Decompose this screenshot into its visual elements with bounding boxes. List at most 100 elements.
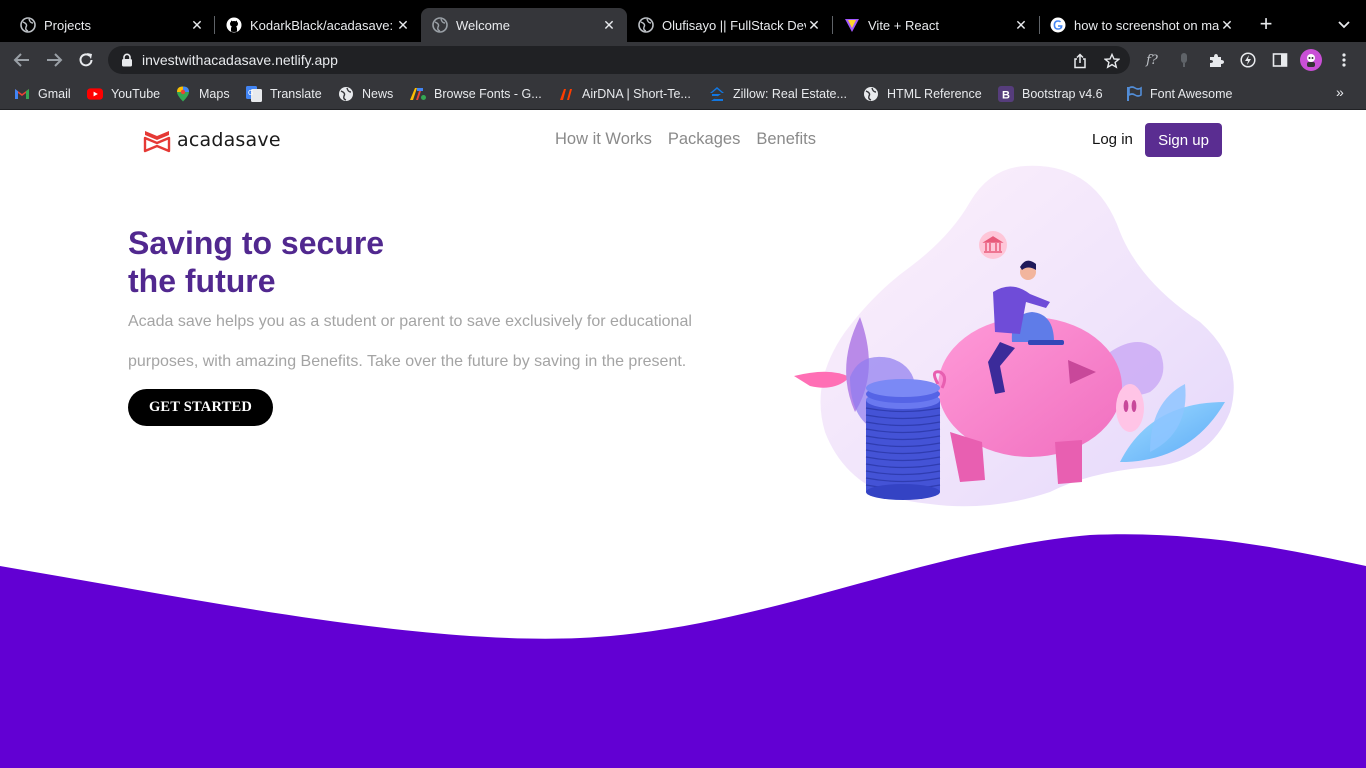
globe-icon — [638, 17, 654, 33]
bookmark-html-reference[interactable]: HTML Reference — [863, 85, 982, 103]
youtube-icon — [87, 86, 103, 102]
google-fonts-icon — [410, 86, 426, 102]
address-bar[interactable]: investwithacadasave.netlify.app — [108, 46, 1130, 74]
tab-projects[interactable]: Projects ✕ — [0, 8, 215, 42]
bookmark-label: Bootstrap v4.6 — [1022, 87, 1103, 101]
bookmark-zillow[interactable]: Zillow: Real Estate... — [709, 85, 847, 103]
bookmarks-bar: Gmail YouTube Maps G Translate News Brow… — [0, 78, 1366, 110]
bookmark-label: AirDNA | Short-Te... — [582, 87, 691, 101]
globe-icon — [432, 17, 448, 33]
pig-nostril-2 — [1131, 400, 1137, 412]
bookmark-font-awesome[interactable]: Font Awesome — [1126, 85, 1232, 103]
bookmark-label: Font Awesome — [1150, 87, 1233, 101]
bookmark-label: Translate — [270, 87, 322, 101]
airdna-icon — [558, 86, 574, 102]
nav-packages[interactable]: Packages — [668, 130, 740, 149]
translate-icon: G — [246, 86, 262, 102]
main-nav: How it Works Packages Benefits — [555, 130, 816, 149]
bookmark-news[interactable]: News — [338, 85, 393, 103]
maps-icon — [175, 86, 191, 102]
pig-nostril-1 — [1123, 400, 1129, 412]
bookmark-translate[interactable]: G Translate — [246, 85, 322, 103]
bookmark-label: Gmail — [38, 87, 71, 101]
close-tab-icon[interactable]: ✕ — [806, 17, 822, 33]
tab-title: Vite + React — [868, 17, 939, 33]
close-tab-icon[interactable]: ✕ — [601, 17, 617, 33]
tab-vite[interactable]: Vite + React ✕ — [833, 8, 1039, 42]
flag-icon — [1126, 86, 1142, 102]
close-tab-icon[interactable]: ✕ — [1013, 17, 1029, 33]
globe-icon — [338, 86, 354, 102]
bookmark-maps[interactable]: Maps — [175, 85, 230, 103]
chrome-menu-icon[interactable] — [1336, 52, 1352, 68]
close-tab-icon[interactable]: ✕ — [395, 17, 411, 33]
tab-title: Olufisayo || FullStack Dev — [662, 17, 806, 33]
tab-github[interactable]: KodarkBlack/acadasave: ✕ — [215, 8, 421, 42]
login-link[interactable]: Log in — [1092, 131, 1133, 148]
nav-benefits[interactable]: Benefits — [756, 130, 816, 149]
globe-icon — [863, 86, 879, 102]
back-button[interactable] — [12, 50, 32, 70]
bookmark-label: Zillow: Real Estate... — [733, 87, 847, 101]
tab-title: how to screenshot on ma — [1074, 17, 1219, 33]
lock-icon — [120, 53, 134, 67]
google-icon — [1050, 17, 1066, 33]
coin-stack-icon — [865, 379, 941, 500]
close-tab-icon[interactable]: ✕ — [1219, 17, 1235, 33]
svg-text:B: B — [1002, 90, 1010, 102]
bookmark-label: Browse Fonts - G... — [434, 87, 542, 101]
forward-button[interactable] — [44, 50, 64, 70]
side-panel-icon[interactable] — [1272, 52, 1288, 68]
brand-name: acadasave — [177, 129, 281, 151]
page-viewport: acadasave How it Works Packages Benefits… — [0, 110, 1366, 768]
new-tab-button[interactable]: + — [1256, 13, 1276, 35]
vite-icon — [844, 17, 860, 33]
tab-title: Welcome — [456, 17, 510, 33]
globe-icon — [20, 17, 36, 33]
close-tab-icon[interactable]: ✕ — [189, 17, 205, 33]
tab-strip: Projects ✕ KodarkBlack/acadasave: ✕ Welc… — [0, 0, 1366, 42]
get-started-button[interactable]: GET STARTED — [128, 389, 273, 426]
coin-slot-bar — [1028, 340, 1064, 345]
gmail-icon — [14, 86, 30, 102]
bank-badge — [979, 231, 1007, 259]
browser-toolbar: investwithacadasave.netlify.app f? — [0, 42, 1366, 78]
bookmark-airdna[interactable]: AirDNA | Short-Te... — [558, 85, 691, 103]
nav-how-it-works[interactable]: How it Works — [555, 130, 652, 149]
github-icon — [226, 17, 242, 33]
reload-button[interactable] — [76, 50, 96, 70]
tab-search-chevron-icon[interactable] — [1336, 16, 1352, 32]
svg-text:G: G — [248, 90, 253, 97]
extensions-puzzle-icon[interactable] — [1208, 52, 1224, 68]
tab-welcome[interactable]: Welcome ✕ — [421, 8, 627, 42]
bookmark-youtube[interactable]: YouTube — [87, 85, 160, 103]
signup-button[interactable]: Sign up — [1145, 123, 1222, 157]
bookmark-label: News — [362, 87, 394, 101]
bookmark-label: HTML Reference — [887, 87, 982, 101]
bookmark-star-icon[interactable] — [1103, 52, 1121, 69]
hero-title: Saving to secure the future — [128, 224, 548, 300]
site-logo[interactable]: acadasave — [143, 127, 281, 153]
piggy-bank-illustration — [794, 165, 1234, 507]
tab-title: Projects — [44, 17, 91, 33]
purple-wave-section — [0, 534, 1366, 768]
tab-title: KodarkBlack/acadasave: — [250, 17, 394, 33]
hero-title-line-1: Saving to secure — [128, 225, 385, 261]
share-icon[interactable] — [1072, 53, 1088, 69]
tab-portfolio[interactable]: Olufisayo || FullStack Dev ✕ — [627, 8, 832, 42]
mic-extension-icon[interactable] — [1176, 52, 1192, 68]
profile-avatar[interactable] — [1300, 49, 1322, 71]
tab-google-search[interactable]: how to screenshot on ma ✕ — [1040, 8, 1245, 42]
bookmark-label: YouTube — [111, 87, 161, 101]
lightning-extension-icon[interactable] — [1240, 52, 1256, 68]
more-bookmarks-button[interactable]: » — [1336, 84, 1344, 100]
pig-leg-right — [1055, 440, 1082, 484]
bootstrap-icon: B — [998, 86, 1014, 102]
whatfont-extension-icon[interactable]: f? — [1144, 52, 1160, 68]
url-text: investwithacadasave.netlify.app — [142, 52, 338, 68]
zillow-icon — [709, 86, 725, 102]
bookmark-label: Maps — [199, 87, 230, 101]
bookmark-browse-fonts[interactable]: Browse Fonts - G... — [410, 85, 542, 103]
bookmark-bootstrap[interactable]: B Bootstrap v4.6 — [998, 85, 1103, 103]
bookmark-gmail[interactable]: Gmail — [14, 85, 71, 103]
